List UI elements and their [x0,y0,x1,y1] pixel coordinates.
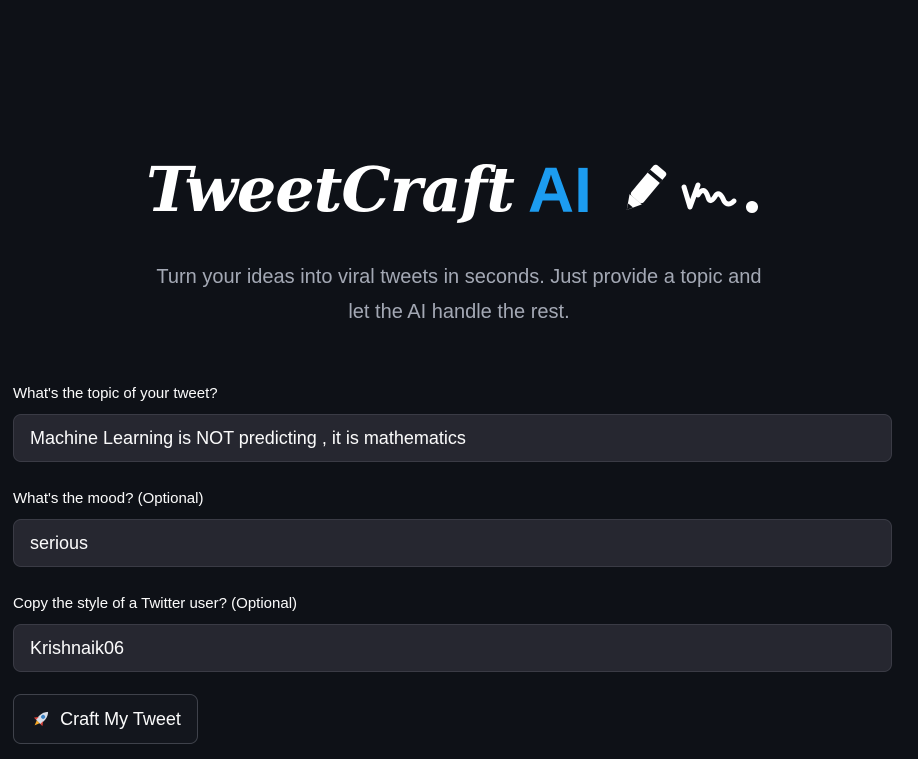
topic-input[interactable] [13,414,892,462]
style-label: Copy the style of a Twitter user? (Optio… [13,595,298,612]
mood-input[interactable] [13,519,892,567]
subtitle-line-2: let the AI handle the rest. [348,301,570,323]
subtitle-line-1: Turn your ideas into viral tweets in sec… [156,266,762,288]
app-subtitle: Turn your ideas into viral tweets in sec… [130,260,788,330]
craft-tweet-button[interactable]: Craft My Tweet [13,694,198,744]
topic-label: What's the topic of your tweet? [13,385,218,402]
mood-label: What's the mood? (Optional) [13,490,204,507]
brand-name: TweetCraft [146,153,515,226]
pencil-writing-icon [612,155,772,225]
rocket-icon [30,708,52,730]
app-title: TweetCraft AI [0,140,918,240]
brand-ai-label: AI [527,154,592,226]
craft-tweet-button-label: Craft My Tweet [60,708,181,729]
app-page: TweetCraft AI Turn your ideas into viral… [0,0,918,759]
twitter-user-input[interactable] [13,624,892,672]
